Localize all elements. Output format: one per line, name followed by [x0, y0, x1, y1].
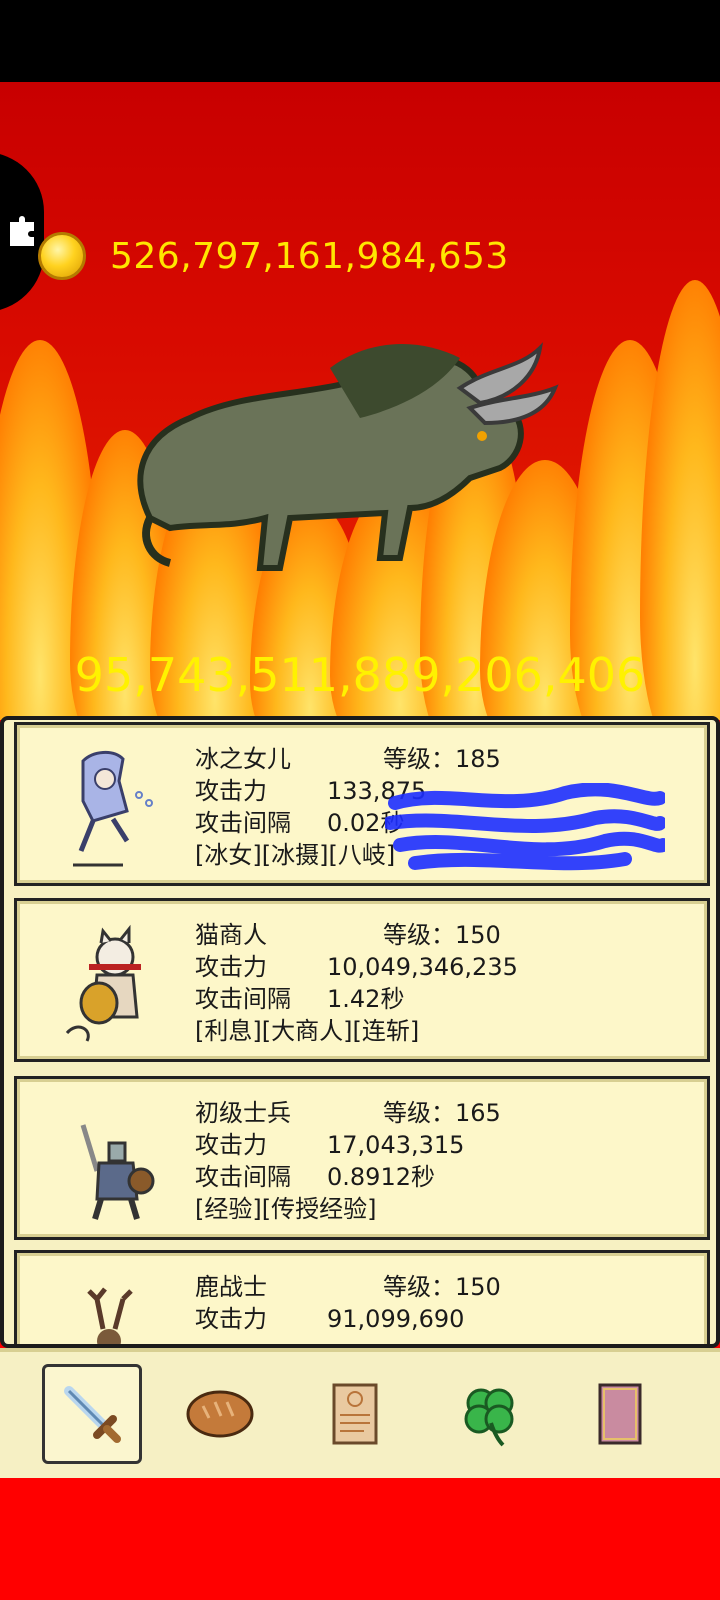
puzzle-icon[interactable]	[6, 214, 40, 248]
bottom-banner	[0, 1478, 720, 1600]
hero-tags: [经验][传授经验]	[195, 1195, 377, 1223]
deer-warrior-portrait	[87, 1287, 133, 1344]
hero-interval: 0.8912秒	[327, 1163, 435, 1191]
hero-level: 等级：150	[383, 921, 501, 949]
attack-label: 攻击力	[195, 1305, 267, 1333]
hero-name: 鹿战士	[195, 1273, 267, 1301]
hero-attack: 17,043,315	[327, 1131, 465, 1159]
sword-icon	[64, 1386, 121, 1443]
hero-attack: 10,049,346,235	[327, 953, 518, 981]
boss-hp: 95,743,511,889,206,406	[74, 648, 646, 702]
damage-popup-overlay	[385, 783, 665, 871]
hero-card[interactable]: 鹿战士 等级：150 攻击力 91,099,690	[14, 1250, 710, 1344]
hero-level: 等级：165	[383, 1099, 501, 1127]
bottom-tab-bar	[0, 1348, 720, 1478]
hero-attack: 91,099,690	[327, 1305, 465, 1333]
status-bar	[0, 0, 720, 82]
tab-food[interactable]	[170, 1364, 270, 1464]
interval-label: 攻击间隔	[195, 809, 291, 837]
hero-name: 猫商人	[195, 921, 267, 949]
battle-area[interactable]: 526,797,161,984,653 95,743,511,889,206,4…	[0, 82, 720, 720]
cat-merchant-portrait	[65, 924, 141, 1042]
interval-label: 攻击间隔	[195, 985, 291, 1013]
ice-maiden-portrait	[73, 751, 153, 867]
clover-icon	[464, 1388, 514, 1447]
hero-tags: [冰女][冰摄][八岐]	[195, 841, 396, 869]
boss-bull[interactable]	[130, 328, 570, 588]
hero-level: 等级：150	[383, 1273, 501, 1301]
interval-label: 攻击间隔	[195, 1163, 291, 1191]
attack-label: 攻击力	[195, 953, 267, 981]
tab-heroes[interactable]	[42, 1364, 142, 1464]
attack-label: 攻击力	[195, 777, 267, 805]
soldier-portrait	[80, 1124, 155, 1220]
tab-book[interactable]	[570, 1364, 670, 1464]
bread-icon	[186, 1390, 254, 1438]
hero-card[interactable]: 猫商人 等级：150 攻击力 10,049,346,235 攻击间隔 1.42秒 [利…	[14, 898, 710, 1062]
hero-name: 初级士兵	[195, 1099, 291, 1127]
tab-luck[interactable]	[440, 1364, 540, 1464]
hero-name: 冰之女儿	[195, 745, 291, 773]
gold-amount: 526,797,161,984,653	[110, 235, 509, 277]
hero-level: 等级：185	[383, 745, 501, 773]
hero-interval: 1.42秒	[327, 985, 405, 1013]
book-icon	[598, 1383, 642, 1445]
hero-card[interactable]: 冰之女儿 等级：185 攻击力 133,875 攻击间隔 0.02秒 [冰女][冰摄]…	[14, 722, 710, 886]
gold-counter: 526,797,161,984,653	[38, 228, 509, 284]
hero-tags: [利息][大商人][连斩]	[195, 1017, 420, 1045]
hero-card[interactable]: 初级士兵 等级：165 攻击力 17,043,315 攻击间隔 0.8912秒 [经验…	[14, 1076, 710, 1240]
attack-label: 攻击力	[195, 1131, 267, 1159]
hero-list[interactable]: 冰之女儿 等级：185 攻击力 133,875 攻击间隔 0.02秒 [冰女][冰摄]…	[0, 716, 720, 1348]
scroll-icon	[332, 1383, 378, 1445]
tab-quests[interactable]	[305, 1364, 405, 1464]
gold-coin-icon	[38, 232, 86, 280]
